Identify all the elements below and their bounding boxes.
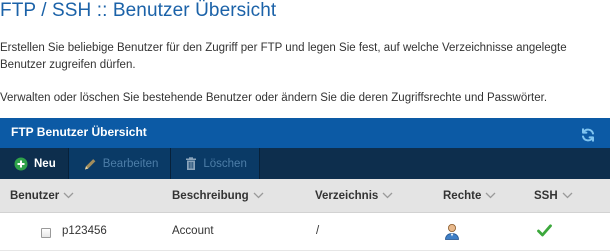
sort-chevron-icon <box>562 190 573 202</box>
user-icon[interactable] <box>444 223 460 243</box>
intro-text: Erstellen Sie beliebige Benutzer für den… <box>0 42 567 71</box>
table-header: Benutzer Beschreibung Verzeichnis Rechte… <box>0 179 610 213</box>
new-button-label: Neu <box>34 157 56 170</box>
sort-chevron-icon <box>253 190 264 202</box>
panel-header: FTP Benutzer Übersicht <box>0 118 610 148</box>
sort-chevron-icon <box>63 190 74 202</box>
sort-chevron-icon <box>485 190 496 202</box>
new-button[interactable]: Neu <box>0 148 69 179</box>
column-header-beschreibung[interactable]: Beschreibung <box>172 190 264 202</box>
sort-chevron-icon <box>382 190 393 202</box>
column-header-rechte[interactable]: Rechte <box>443 190 496 202</box>
plus-icon <box>14 157 28 171</box>
toolbar: Neu Bearbeiten Löschen <box>0 148 610 179</box>
row-checkbox[interactable] <box>41 228 51 238</box>
delete-button[interactable]: Löschen <box>171 148 260 179</box>
column-header-verzeichnis[interactable]: Verzeichnis <box>315 190 393 202</box>
column-header-benutzer[interactable]: Benutzer <box>10 190 74 202</box>
edit-button-label: Bearbeiten <box>102 157 159 170</box>
user-cell: p123456 <box>62 225 107 237</box>
intro-text-2: Verwalten oder löschen Sie bestehende Be… <box>0 92 548 104</box>
page-title: FTP / SSH :: Benutzer Übersicht <box>0 0 277 21</box>
refresh-icon[interactable] <box>580 125 596 142</box>
directory-cell: / <box>316 225 320 237</box>
delete-button-label: Löschen <box>203 157 247 170</box>
panel-title: FTP Benutzer Übersicht <box>11 125 147 139</box>
check-icon <box>537 224 552 240</box>
table-row[interactable]: p123456 Account / <box>0 213 610 251</box>
pencil-icon <box>83 157 97 171</box>
description-cell: Account <box>172 225 214 237</box>
trash-icon <box>185 156 197 171</box>
column-header-ssh[interactable]: SSH <box>534 190 573 202</box>
edit-button[interactable]: Bearbeiten <box>68 148 172 179</box>
